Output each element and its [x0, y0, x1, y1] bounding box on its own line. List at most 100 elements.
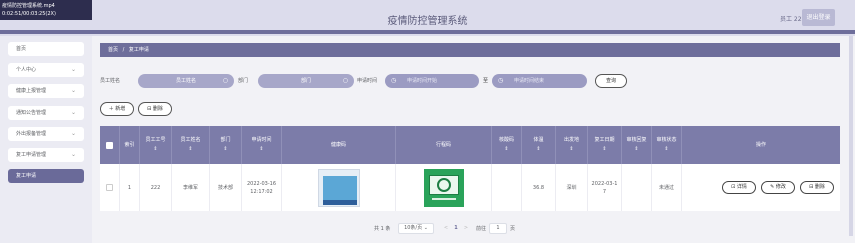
detail-button[interactable]: ⊡ 详情	[722, 181, 756, 194]
search-bar: 员工姓名 员工姓名 ○ 部门 部门 ○ 申请时间 ◷ 申请时间开始 至 ◷ 申请…	[100, 74, 840, 88]
col-label: 审核状态	[656, 137, 677, 143]
row-checkbox[interactable]	[106, 184, 113, 191]
prev-page-button[interactable]: <	[442, 223, 450, 234]
cell-temperature: 36.8	[522, 164, 556, 211]
health-code-image[interactable]	[317, 168, 360, 207]
chevron-down-icon: ⌄	[70, 109, 76, 116]
sidebar-item-label: 首页	[16, 46, 27, 52]
dept-filter-input[interactable]: 部门 ○	[258, 74, 354, 88]
detail-label: 详情	[736, 184, 747, 190]
sidebar-item-health-report[interactable]: 健康上报管理 ⌄	[8, 84, 84, 98]
page-size-value: 10条/页	[404, 225, 423, 231]
col-status[interactable]: 审核状态 ⇕	[652, 126, 682, 164]
logout-button[interactable]: 退出登录	[802, 9, 835, 26]
query-button[interactable]: 查询	[595, 74, 627, 88]
chevron-down-icon: ⌄	[70, 66, 76, 73]
sort-icon: ⇕	[536, 146, 541, 152]
delete-button-label: 删除	[152, 106, 163, 112]
name-filter-label: 员工姓名	[100, 78, 121, 84]
breadcrumb-home[interactable]: 首页	[108, 47, 118, 53]
col-temperature[interactable]: 体温 ⇕	[522, 126, 556, 164]
sidebar-item-outing[interactable]: 外出报备管理 ⌄	[8, 127, 84, 141]
sidebar-subitem-return-apply[interactable]: 复工申请	[8, 169, 84, 183]
col-label: 健康码	[330, 141, 346, 148]
add-button[interactable]: ＋ 新增	[100, 102, 134, 116]
sidebar-item-home[interactable]: 首页	[8, 42, 84, 56]
chevron-down-icon: ⌄	[70, 130, 76, 137]
cell-reply	[622, 164, 652, 211]
clock-icon: ◷	[498, 77, 504, 84]
col-index: 索引	[120, 126, 140, 164]
select-all-checkbox[interactable]	[106, 141, 113, 149]
start-date-picker[interactable]: ◷ 申请时间开始	[385, 74, 479, 88]
col-label: 员工姓名	[180, 137, 201, 143]
cell-travel-code	[396, 164, 492, 211]
cell-apply-time: 2022-03-16 12:17:02	[242, 164, 282, 211]
table-row: 1 222 李维军 技术部 2022-03-16 12:17:02 36.8 深…	[100, 164, 840, 211]
goto-page-input[interactable]: 1	[489, 223, 507, 234]
name-filter-placeholder: 员工姓名	[175, 78, 196, 84]
sort-icon: ⇕	[259, 146, 264, 152]
sort-icon: ⇕	[504, 146, 509, 152]
col-dept[interactable]: 部门 ⇕	[210, 126, 242, 164]
edit-button[interactable]: ✎ 修改	[761, 181, 795, 194]
clock-icon: ◷	[391, 77, 397, 84]
sidebar-item-personal-center[interactable]: 个人中心 ⌄	[8, 63, 84, 77]
chevron-down-icon: ⌄	[423, 225, 428, 231]
sidebar-item-label: 通知公告管理	[16, 110, 47, 116]
sidebar: 首页 个人中心 ⌄ 健康上报管理 ⌄ 通知公告管理 ⌄ 外出报备管理 ⌄ 复工申请管理 ⌄…	[0, 36, 92, 243]
col-nucleic-code[interactable]: 核酸码 ⇕	[492, 126, 522, 164]
next-page-button[interactable]: >	[462, 223, 470, 234]
col-label: 申请时间	[251, 137, 272, 143]
page-size-select[interactable]: 10条/页 ⌄	[398, 223, 434, 234]
sidebar-item-label: 复工申请	[16, 173, 37, 179]
col-apply-time[interactable]: 申请时间 ⇕	[242, 126, 282, 164]
col-label: 出发地	[563, 137, 579, 143]
apply-time-text: 2022-03-16 12:17:02	[246, 180, 277, 195]
travel-code-image[interactable]	[423, 168, 464, 207]
plus-icon: ＋	[108, 106, 114, 112]
search-icon: ○	[222, 77, 228, 84]
end-date-picker[interactable]: ◷ 申请时间结束	[492, 74, 587, 88]
col-health-code[interactable]: 健康码	[282, 126, 396, 164]
sidebar-item-label: 个人中心	[16, 67, 37, 73]
sidebar-item-notice[interactable]: 通知公告管理 ⌄	[8, 106, 84, 120]
sidebar-item-return-work[interactable]: 复工申请管理 ⌄	[8, 148, 84, 162]
col-travel-code[interactable]: 行程码	[396, 126, 492, 164]
col-label: 员工工号	[145, 137, 166, 143]
page-suffix: 页	[510, 226, 516, 232]
row-delete-button[interactable]: ⊟ 删除	[800, 181, 834, 194]
health-code-band	[322, 199, 357, 205]
name-filter-input[interactable]: 员工姓名 ○	[138, 74, 234, 88]
breadcrumb-separator: /	[122, 47, 125, 53]
col-emp-name[interactable]: 员工姓名 ⇕	[172, 126, 210, 164]
col-return-date[interactable]: 复工日期 ⇕	[588, 126, 622, 164]
edit-icon: ✎	[770, 184, 775, 190]
sort-icon: ⇕	[223, 146, 228, 152]
col-label: 审核回复	[626, 137, 647, 143]
col-label: 复工日期	[594, 137, 615, 143]
col-label: 行程码	[435, 141, 451, 148]
col-label: 索引	[124, 141, 135, 148]
sort-icon: ⇕	[153, 146, 158, 152]
cell-health-code	[282, 164, 396, 211]
travel-code-line	[431, 197, 456, 200]
goto-label: 前往	[476, 226, 487, 232]
breadcrumb: 首页 / 复工申请	[100, 43, 840, 57]
dept-filter-label: 部门	[238, 78, 249, 84]
row-select-cell	[100, 164, 120, 211]
col-origin[interactable]: 出发地 ⇕	[556, 126, 588, 164]
return-date-text: 2022-03-17	[591, 180, 618, 195]
sidebar-item-label: 复工申请管理	[16, 152, 47, 158]
batch-delete-button[interactable]: ⊟ 删除	[138, 102, 172, 116]
page-number-1[interactable]: 1	[452, 223, 460, 234]
detail-icon: ⊡	[731, 184, 736, 190]
top-header: 疫情防控管理系统.mp4 0:02:51/00:03:25(2X) 疫情防控管理…	[0, 0, 855, 36]
col-emp-no[interactable]: 员工工号 ⇕	[140, 126, 172, 164]
col-reply[interactable]: 审核回复 ⇕	[622, 126, 652, 164]
trash-icon: ⊟	[809, 184, 814, 190]
sort-icon: ⇕	[664, 146, 669, 152]
chevron-down-icon: ⌄	[70, 151, 76, 158]
dept-filter-placeholder: 部门	[300, 78, 311, 84]
vertical-scrollbar[interactable]	[849, 36, 853, 236]
